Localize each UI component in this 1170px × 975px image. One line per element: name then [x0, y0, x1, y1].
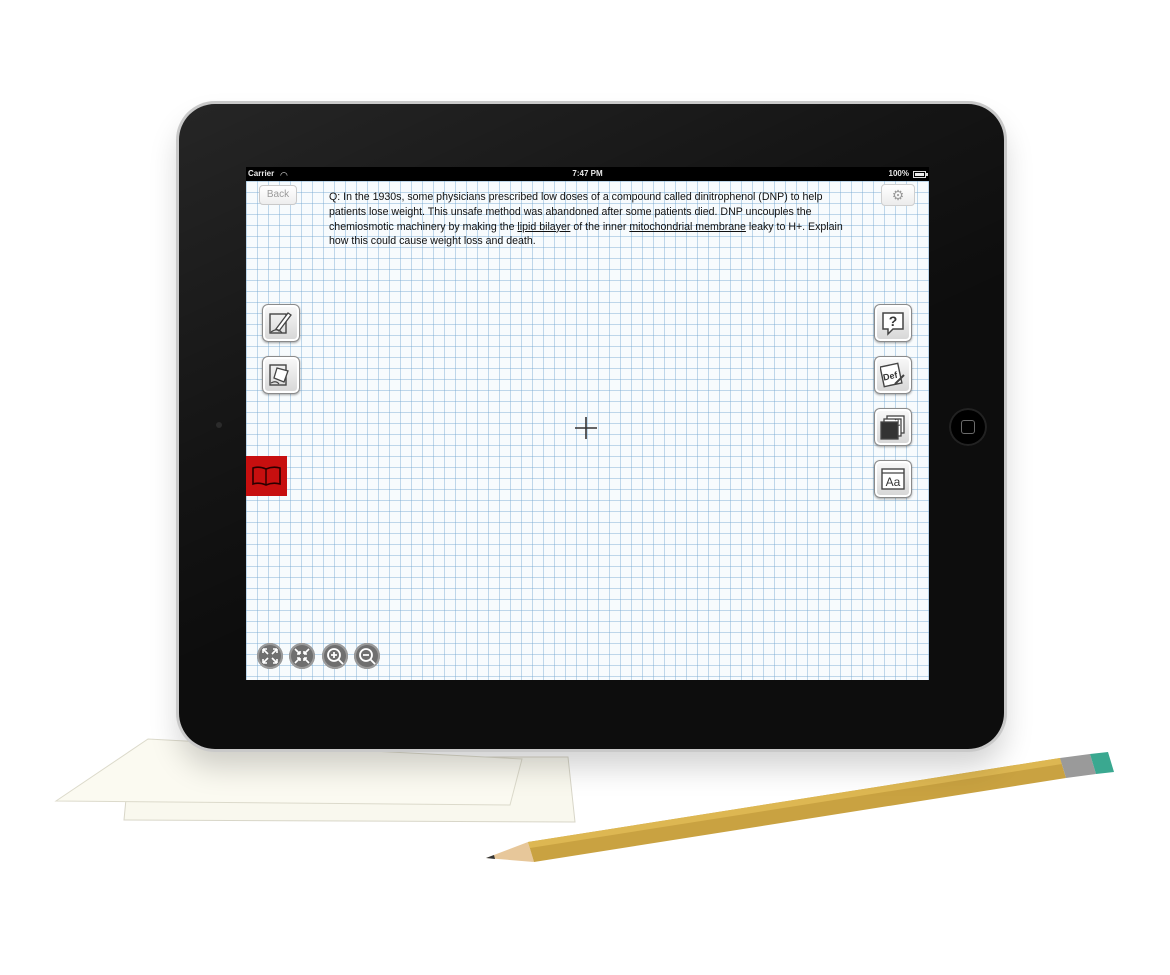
home-button[interactable] [949, 408, 987, 446]
question-text: Q: In the 1930s, some physicians prescri… [329, 190, 844, 249]
ipad-device: Carrier ◠ 7:47 PM 100% Back ⚙ Q: In the … [179, 104, 1004, 749]
zoom-in-icon [327, 648, 344, 665]
eraser-icon [269, 364, 289, 386]
battery-icon [913, 171, 928, 178]
lipid-bilayer-link[interactable]: lipid bilayer [517, 221, 570, 233]
screen: Carrier ◠ 7:47 PM 100% Back ⚙ Q: In the … [246, 167, 929, 680]
help-button[interactable]: ? [874, 304, 912, 342]
text-size-button[interactable]: Aa [874, 460, 912, 498]
expand-button[interactable] [257, 643, 283, 669]
definition-icon: Def [880, 362, 905, 388]
mitochondrial-membrane-link[interactable]: mitochondrial membrane [629, 221, 746, 233]
zoom-out-icon [359, 648, 376, 665]
drawing-pages-button[interactable] [874, 408, 912, 446]
camera [216, 422, 222, 428]
expand-icon [262, 648, 278, 664]
definition-button[interactable]: Def [874, 356, 912, 394]
help-icon: ? [882, 312, 904, 336]
svg-text:?: ? [889, 313, 898, 329]
text-size-icon: Aa [881, 468, 905, 490]
canvas-area[interactable]: Back ⚙ Q: In the 1930s, some physicians … [246, 181, 929, 680]
zoom-in-button[interactable] [322, 643, 348, 669]
settings-button[interactable]: ⚙ [881, 184, 915, 206]
pen-tool-button[interactable] [262, 304, 300, 342]
back-button[interactable]: Back [259, 185, 297, 205]
svg-text:Aa: Aa [886, 475, 901, 489]
home-square-icon [961, 420, 975, 434]
gear-icon: ⚙ [891, 187, 905, 203]
battery-percent: 100% [888, 169, 909, 178]
pen-icon [269, 312, 292, 334]
book-tab[interactable] [246, 456, 287, 496]
drawing-pages-icon [880, 415, 905, 440]
book-icon [252, 466, 281, 486]
status-bar: Carrier ◠ 7:47 PM 100% [246, 167, 929, 181]
shrink-icon [294, 648, 310, 664]
question-part2: of the inner [570, 220, 630, 233]
shrink-button[interactable] [289, 643, 315, 669]
zoom-out-button[interactable] [354, 643, 380, 669]
pencil [480, 750, 1130, 890]
eraser-tool-button[interactable] [262, 356, 300, 394]
status-time: 7:47 PM [572, 169, 603, 178]
crosshair-icon [575, 417, 597, 439]
